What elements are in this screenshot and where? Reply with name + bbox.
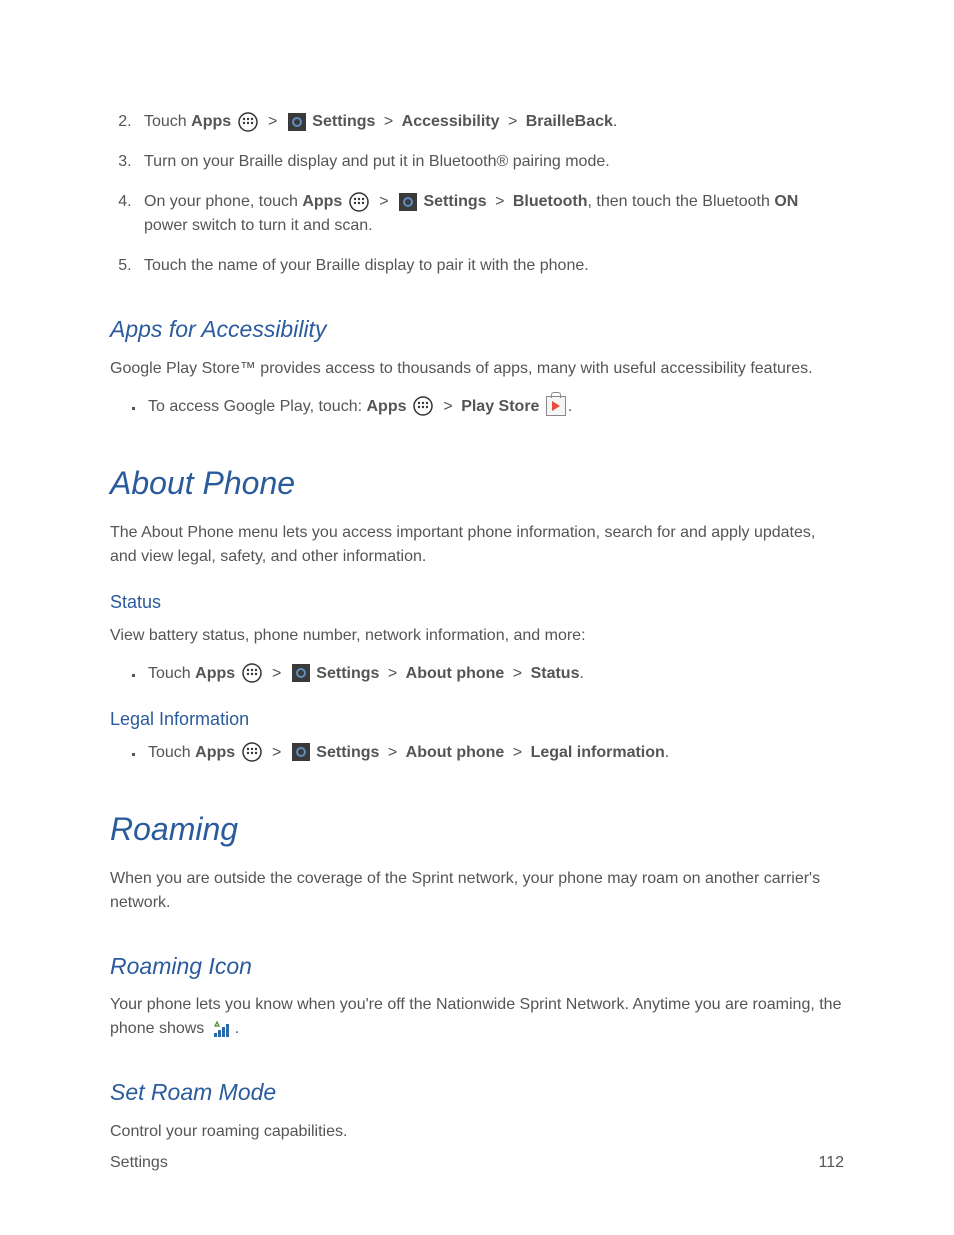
play-store-label: Play Store bbox=[461, 398, 539, 415]
apps-label: Apps bbox=[191, 113, 231, 130]
apps-icon bbox=[349, 192, 369, 212]
on-label: ON bbox=[774, 193, 798, 210]
document-page: Touch Apps > Settings > Accessibility > … bbox=[0, 0, 954, 1235]
heading-roaming: Roaming bbox=[110, 805, 844, 853]
paragraph: View battery status, phone number, netwo… bbox=[110, 624, 844, 648]
page-footer: Settings 112 bbox=[110, 1151, 844, 1175]
apps-label: Apps bbox=[195, 744, 235, 761]
bullet-list: Touch Apps > Settings > About phone > St… bbox=[110, 662, 844, 686]
heading-status: Status bbox=[110, 589, 844, 616]
accessibility-label: Accessibility bbox=[402, 113, 500, 130]
paragraph: When you are outside the coverage of the… bbox=[110, 867, 844, 915]
list-item: Touch Apps > Settings > About phone > Le… bbox=[144, 741, 844, 765]
heading-legal: Legal Information bbox=[110, 706, 844, 733]
numbered-steps: Touch Apps > Settings > Accessibility > … bbox=[110, 110, 844, 278]
settings-label: Settings bbox=[312, 113, 375, 130]
text: Touch bbox=[148, 665, 195, 682]
step-3: Turn on your Braille display and put it … bbox=[136, 150, 844, 174]
separator: > bbox=[495, 193, 504, 210]
heading-roam-mode: Set Roam Mode bbox=[110, 1075, 844, 1110]
heading-roaming-icon: Roaming Icon bbox=[110, 949, 844, 984]
separator: > bbox=[384, 113, 393, 130]
status-label: Status bbox=[531, 665, 580, 682]
apps-label: Apps bbox=[302, 193, 342, 210]
paragraph: The About Phone menu lets you access imp… bbox=[110, 521, 844, 569]
separator: > bbox=[272, 744, 281, 761]
settings-label: Settings bbox=[423, 193, 486, 210]
apps-icon bbox=[238, 112, 258, 132]
settings-icon bbox=[288, 113, 306, 131]
text: . bbox=[568, 398, 572, 415]
apps-icon bbox=[413, 396, 433, 416]
separator: > bbox=[443, 398, 452, 415]
paragraph: Control your roaming capabilities. bbox=[110, 1120, 844, 1144]
text: To access Google Play, touch: bbox=[148, 398, 366, 415]
list-item: To access Google Play, touch: Apps > Pla… bbox=[144, 395, 844, 419]
bullet-list: To access Google Play, touch: Apps > Pla… bbox=[110, 395, 844, 419]
page-number: 112 bbox=[818, 1151, 844, 1175]
settings-icon bbox=[292, 743, 310, 761]
roaming-icon bbox=[211, 1020, 233, 1038]
settings-icon bbox=[292, 664, 310, 682]
paragraph: Google Play Store™ provides access to th… bbox=[110, 357, 844, 381]
text: . bbox=[235, 1020, 239, 1037]
text: power switch to turn it and scan. bbox=[144, 217, 373, 234]
text: . bbox=[665, 744, 669, 761]
settings-icon bbox=[399, 193, 417, 211]
separator: > bbox=[388, 665, 397, 682]
text: . bbox=[579, 665, 583, 682]
apps-icon bbox=[242, 742, 262, 762]
step-4: On your phone, touch Apps > Settings > B… bbox=[136, 190, 844, 238]
apps-icon bbox=[242, 663, 262, 683]
text: Touch bbox=[144, 113, 191, 130]
heading-apps-accessibility: Apps for Accessibility bbox=[110, 312, 844, 347]
footer-section: Settings bbox=[110, 1151, 168, 1175]
text: On your phone, touch bbox=[144, 193, 302, 210]
about-phone-label: About phone bbox=[406, 744, 505, 761]
apps-label: Apps bbox=[195, 665, 235, 682]
text: , then touch the Bluetooth bbox=[588, 193, 775, 210]
bluetooth-label: Bluetooth bbox=[513, 193, 588, 210]
bullet-list: Touch Apps > Settings > About phone > Le… bbox=[110, 741, 844, 765]
text: . bbox=[613, 113, 617, 130]
step-5: Touch the name of your Braille display t… bbox=[136, 254, 844, 278]
separator: > bbox=[379, 193, 388, 210]
separator: > bbox=[272, 665, 281, 682]
separator: > bbox=[513, 744, 522, 761]
legal-info-label: Legal information bbox=[531, 744, 665, 761]
separator: > bbox=[513, 665, 522, 682]
settings-label: Settings bbox=[316, 744, 379, 761]
text: Touch the name of your Braille display t… bbox=[144, 257, 589, 274]
heading-about-phone: About Phone bbox=[110, 459, 844, 507]
paragraph: Your phone lets you know when you're off… bbox=[110, 993, 844, 1041]
apps-label: Apps bbox=[366, 398, 406, 415]
separator: > bbox=[268, 113, 277, 130]
about-phone-label: About phone bbox=[406, 665, 505, 682]
separator: > bbox=[508, 113, 517, 130]
text: Touch bbox=[148, 744, 195, 761]
play-store-icon bbox=[546, 396, 566, 416]
text: Turn on your Braille display and put it … bbox=[144, 153, 610, 170]
settings-label: Settings bbox=[316, 665, 379, 682]
brailleback-label: BrailleBack bbox=[526, 113, 613, 130]
list-item: Touch Apps > Settings > About phone > St… bbox=[144, 662, 844, 686]
step-2: Touch Apps > Settings > Accessibility > … bbox=[136, 110, 844, 134]
separator: > bbox=[388, 744, 397, 761]
